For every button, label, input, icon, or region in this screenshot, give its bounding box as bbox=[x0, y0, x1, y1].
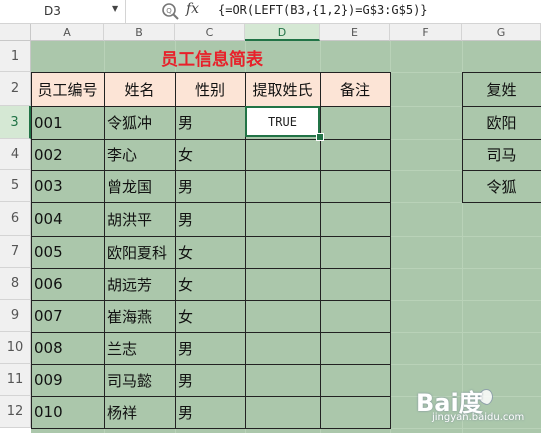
row-header-7[interactable]: 7 bbox=[0, 236, 31, 268]
employee-gender-cell[interactable]: 男 bbox=[175, 364, 245, 396]
table-header-cell[interactable]: 员工编号 bbox=[31, 72, 104, 106]
employee-table-border-h bbox=[31, 139, 391, 140]
watermark-url: jingyan.baidu.com bbox=[432, 412, 525, 423]
employee-table-border-v bbox=[320, 72, 321, 429]
column-header-f[interactable]: F bbox=[390, 24, 462, 41]
surname-table-border-v bbox=[462, 72, 463, 203]
employee-name-cell[interactable]: 司马懿 bbox=[104, 364, 175, 396]
employee-name-cell[interactable]: 兰志 bbox=[104, 332, 175, 364]
employee-id-cell[interactable]: 010 bbox=[31, 396, 104, 428]
row-header-12[interactable]: 12 bbox=[0, 396, 31, 428]
table-header-cell[interactable]: 提取姓氏 bbox=[245, 72, 320, 106]
spreadsheet-window: D3 ▼ Q fx {=OR(LEFT(B3,{1,2})=G$3:G$5)} … bbox=[0, 0, 541, 433]
surname-table-border-h bbox=[462, 170, 541, 171]
employee-table-border-h bbox=[31, 170, 391, 171]
surname-table-border-h bbox=[462, 106, 541, 107]
employee-table-border-v bbox=[390, 72, 391, 429]
employee-gender-cell[interactable]: 男 bbox=[175, 396, 245, 428]
employee-id-cell[interactable]: 002 bbox=[31, 139, 104, 170]
sheet-title: 员工信息简表 bbox=[161, 49, 263, 70]
employee-name-cell[interactable]: 崔海燕 bbox=[104, 300, 175, 332]
employee-id-cell[interactable]: 005 bbox=[31, 236, 104, 268]
formula-input[interactable]: {=OR(LEFT(B3,{1,2})=G$3:G$5)} bbox=[218, 3, 428, 17]
row-header-5[interactable]: 5 bbox=[0, 170, 31, 202]
surname-list-item[interactable]: 令狐 bbox=[462, 170, 541, 202]
row-header-2[interactable]: 2 bbox=[0, 72, 31, 106]
select-all-corner[interactable] bbox=[0, 24, 31, 41]
employee-gender-cell[interactable]: 女 bbox=[175, 268, 245, 300]
employee-gender-cell[interactable]: 男 bbox=[175, 332, 245, 364]
employee-gender-cell[interactable]: 男 bbox=[175, 106, 245, 139]
employee-table-border-h bbox=[31, 202, 391, 203]
svg-text:Q: Q bbox=[166, 7, 172, 15]
employee-id-cell[interactable]: 001 bbox=[31, 106, 104, 139]
fill-handle[interactable] bbox=[316, 133, 324, 141]
employee-gender-cell[interactable]: 男 bbox=[175, 202, 245, 236]
row-header-1[interactable]: 1 bbox=[0, 41, 31, 72]
employee-name-cell[interactable]: 欧阳夏科 bbox=[104, 236, 175, 268]
chevron-down-icon[interactable]: ▼ bbox=[112, 4, 118, 13]
column-header-b[interactable]: B bbox=[104, 24, 175, 41]
employee-name-cell[interactable]: 令狐冲 bbox=[104, 106, 175, 139]
employee-id-cell[interactable]: 008 bbox=[31, 332, 104, 364]
table-header-cell[interactable]: 备注 bbox=[320, 72, 390, 106]
employee-table-border-h bbox=[31, 106, 391, 107]
employee-table-border-h bbox=[31, 428, 391, 429]
employee-id-cell[interactable]: 007 bbox=[31, 300, 104, 332]
employee-gender-cell[interactable]: 女 bbox=[175, 139, 245, 170]
employee-name-cell[interactable]: 胡洪平 bbox=[104, 202, 175, 236]
row-header-4[interactable]: 4 bbox=[0, 139, 31, 170]
column-header-g[interactable]: G bbox=[462, 24, 541, 41]
employee-name-cell[interactable]: 胡远芳 bbox=[104, 268, 175, 300]
surname-list-item[interactable]: 欧阳 bbox=[462, 106, 541, 139]
surname-list-item[interactable]: 司马 bbox=[462, 139, 541, 170]
employee-table-border-h bbox=[31, 364, 391, 365]
surname-list-header[interactable]: 复姓 bbox=[462, 72, 541, 106]
employee-table-border-h bbox=[31, 236, 391, 237]
employee-table-border-h bbox=[31, 268, 391, 269]
employee-table-border-h bbox=[31, 396, 391, 397]
employee-table-border-h bbox=[31, 72, 391, 73]
cell-reference: D3 bbox=[44, 4, 61, 18]
employee-table-border-h bbox=[31, 332, 391, 333]
function-icon[interactable]: fx bbox=[186, 1, 199, 17]
row-header-6[interactable]: 6 bbox=[0, 202, 31, 236]
row-header-3[interactable]: 3 bbox=[0, 106, 31, 139]
formula-bar: D3 ▼ Q fx {=OR(LEFT(B3,{1,2})=G$3:G$5)} bbox=[0, 0, 541, 24]
zoom-icon[interactable]: Q bbox=[160, 1, 182, 21]
surname-table-border-h bbox=[462, 72, 541, 73]
employee-name-cell[interactable]: 李心 bbox=[104, 139, 175, 170]
employee-table-border-v bbox=[104, 72, 105, 429]
surname-table-border-h bbox=[462, 139, 541, 140]
active-cell[interactable]: TRUE bbox=[245, 106, 320, 137]
column-header-a[interactable]: A bbox=[31, 24, 104, 41]
column-header-e[interactable]: E bbox=[320, 24, 390, 41]
employee-name-cell[interactable]: 曾龙国 bbox=[104, 170, 175, 202]
row-header-10[interactable]: 10 bbox=[0, 332, 31, 364]
employee-id-cell[interactable]: 006 bbox=[31, 268, 104, 300]
employee-table-border-v bbox=[31, 72, 32, 429]
employee-table-border-v bbox=[175, 72, 176, 429]
table-header-cell[interactable]: 性别 bbox=[175, 72, 245, 106]
employee-gender-cell[interactable]: 女 bbox=[175, 300, 245, 332]
row-header-9[interactable]: 9 bbox=[0, 300, 31, 332]
column-header-d[interactable]: D bbox=[245, 24, 320, 41]
employee-table-border-h bbox=[31, 300, 391, 301]
employee-gender-cell[interactable]: 男 bbox=[175, 170, 245, 202]
employee-id-cell[interactable]: 004 bbox=[31, 202, 104, 236]
table-header-cell[interactable]: 姓名 bbox=[104, 72, 175, 106]
employee-id-cell[interactable]: 003 bbox=[31, 170, 104, 202]
surname-table-border-h bbox=[462, 202, 541, 203]
row-header-8[interactable]: 8 bbox=[0, 268, 31, 300]
column-header-c[interactable]: C bbox=[175, 24, 245, 41]
name-box[interactable]: D3 ▼ bbox=[0, 0, 126, 23]
employee-gender-cell[interactable]: 女 bbox=[175, 236, 245, 268]
row-header-11[interactable]: 11 bbox=[0, 364, 31, 396]
employee-name-cell[interactable]: 杨祥 bbox=[104, 396, 175, 428]
employee-id-cell[interactable]: 009 bbox=[31, 364, 104, 396]
